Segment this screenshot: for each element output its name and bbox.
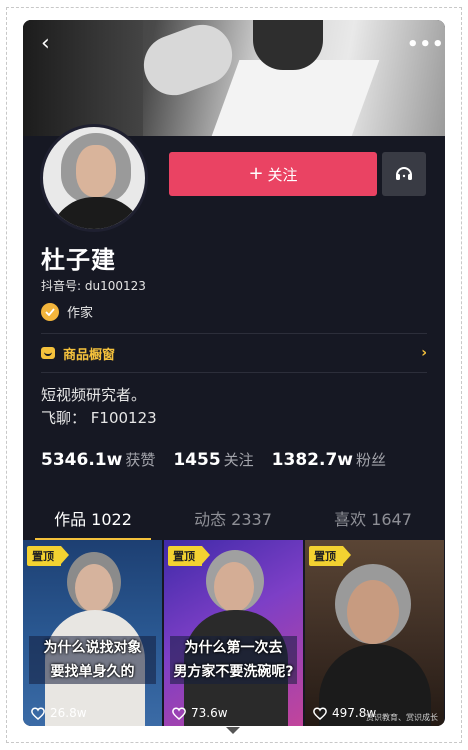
caret-down-icon xyxy=(226,727,240,734)
stat-followers[interactable]: 1382.7w 粉丝 xyxy=(272,449,386,470)
stat-number: 5346.1w xyxy=(41,450,123,470)
profile-tabs: 作品 1022 动态 2337 喜欢 1647 xyxy=(23,498,445,540)
douyin-id: 抖音号: du100123 xyxy=(41,279,146,293)
shop-window-link[interactable]: 商品橱窗 › xyxy=(41,340,427,366)
video-thumbnail[interactable]: 置顶 为什么第一次去 男方家不要洗碗呢? 73.6w xyxy=(164,540,303,726)
tab-dynamics[interactable]: 动态 2337 xyxy=(163,498,303,540)
video-likes: 73.6w xyxy=(172,706,228,720)
stat-likes[interactable]: 5346.1w 获赞 xyxy=(41,449,155,470)
likes-count: 73.6w xyxy=(191,706,228,720)
tab-likes[interactable]: 喜欢 1647 xyxy=(303,498,443,540)
video-grid: 置顶 为什么说找对象 要找单身久的 26.8w 置顶 为什么第一次去 男方家不要… xyxy=(23,540,445,726)
avatar[interactable] xyxy=(40,124,148,232)
video-likes: 26.8w xyxy=(31,706,87,720)
profile-screen: ‹ ••• + 关注 杜子建 抖音号: du100123 作家 商品橱窗 › 短… xyxy=(23,20,445,726)
pinned-badge: 置顶 xyxy=(27,546,69,566)
chevron-right-icon: › xyxy=(421,345,427,361)
pinned-badge: 置顶 xyxy=(168,546,210,566)
video-thumbnail[interactable]: 置顶 497.8w 赏识教育、赏识成长 xyxy=(305,540,444,726)
stat-label: 关注 xyxy=(223,451,254,469)
stat-following[interactable]: 1455 关注 xyxy=(173,449,253,470)
verified-title: 作家 xyxy=(67,306,94,321)
pinned-badge: 置顶 xyxy=(309,546,351,566)
bio-line-2: 飞聊： F100123 xyxy=(41,409,157,427)
stat-number: 1455 xyxy=(173,450,221,470)
stat-number: 1382.7w xyxy=(271,450,353,470)
follow-button[interactable]: + 关注 xyxy=(169,152,377,196)
video-caption: 为什么第一次去 男方家不要洗碗呢? xyxy=(170,636,297,684)
headset-icon xyxy=(396,167,412,180)
stats-row: 5346.1w 获赞 1455 关注 1382.7w 粉丝 xyxy=(41,449,386,470)
cover-image xyxy=(23,20,445,136)
verified-check-icon xyxy=(41,302,59,321)
video-caption: 为什么说找对象 要找单身久的 xyxy=(29,636,156,684)
more-options-icon[interactable]: ••• xyxy=(407,34,444,55)
message-button[interactable] xyxy=(382,152,426,196)
verified-badge-row: 作家 xyxy=(41,302,93,321)
video-thumbnail[interactable]: 置顶 为什么说找对象 要找单身久的 26.8w xyxy=(23,540,162,726)
divider xyxy=(41,372,427,373)
heart-icon xyxy=(31,707,45,720)
stat-label: 粉丝 xyxy=(355,451,386,469)
divider xyxy=(41,333,427,334)
tab-works[interactable]: 作品 1022 xyxy=(23,498,163,540)
shop-window-label: 商品橱窗 xyxy=(63,347,116,363)
stat-label: 获赞 xyxy=(125,451,156,469)
follow-label: 关注 xyxy=(267,165,298,184)
back-icon[interactable]: ‹ xyxy=(41,33,65,58)
likes-count: 26.8w xyxy=(50,706,87,720)
heart-icon xyxy=(172,707,186,720)
bio-line-1: 短视频研究者。 xyxy=(41,386,147,404)
shop-icon xyxy=(41,347,55,359)
video-watermark: 赏识教育、赏识成长 xyxy=(366,713,438,722)
heart-icon xyxy=(313,707,327,720)
plus-icon: + xyxy=(248,163,264,184)
profile-name: 杜子建 xyxy=(41,246,116,274)
